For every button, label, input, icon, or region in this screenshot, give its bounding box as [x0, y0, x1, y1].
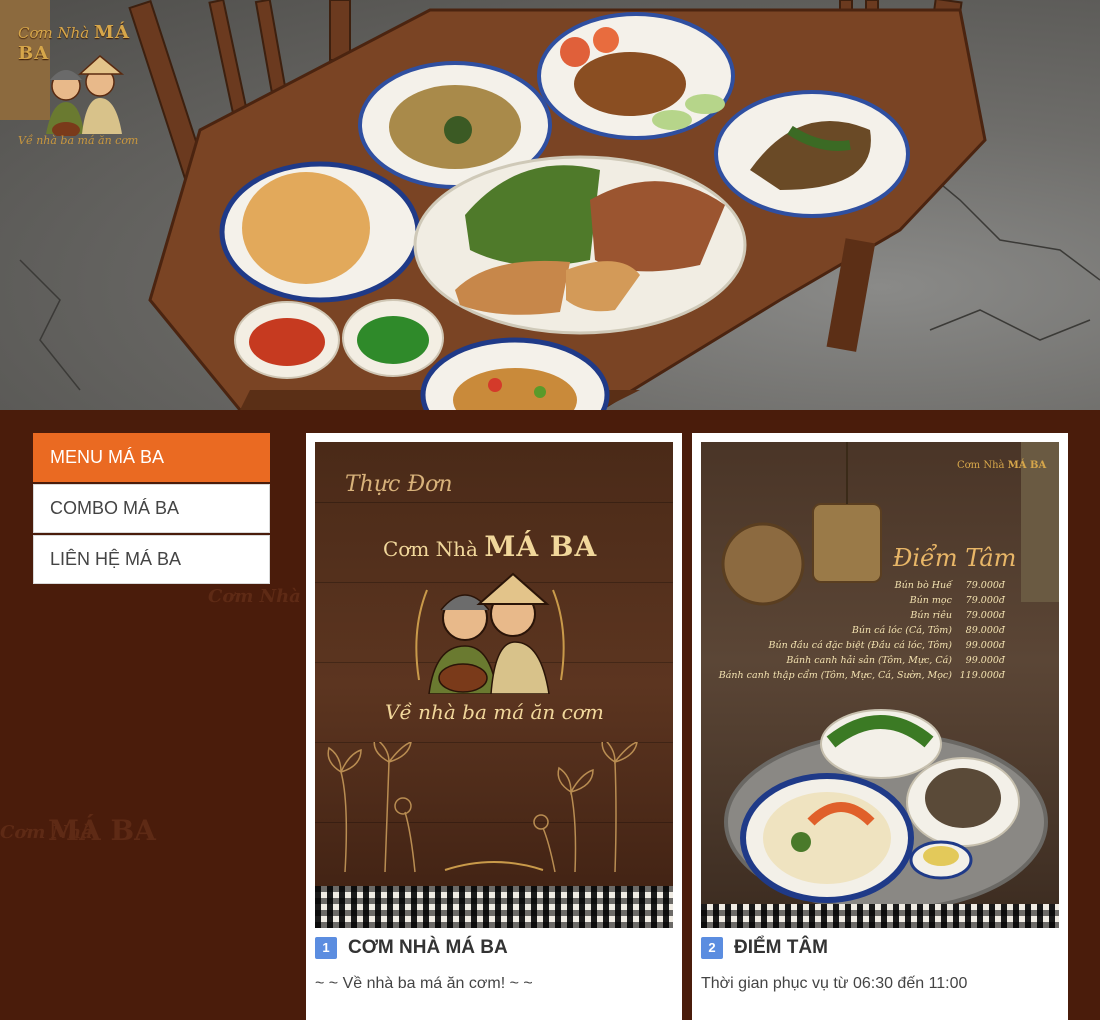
poster-heading: Điểm Tâm	[893, 544, 1017, 572]
grandparents-illustration	[415, 572, 565, 694]
card-number-badge: 1	[315, 937, 337, 959]
brand-logo[interactable]: Cơm Nhà MÁ BA Về nhà ba má ăn cơm	[14, 18, 164, 158]
price-list-item: Bún riêu 79.000đ	[910, 610, 1005, 621]
menu-item-combo-ma-ba[interactable]: COMBO MÁ BA	[33, 484, 270, 533]
grandparents-illustration	[46, 55, 125, 136]
card-title[interactable]: ĐIỂM TÂM	[734, 937, 828, 959]
poster-brand: Cơm Nhà MÁ BA	[383, 530, 598, 563]
card-description: ~ ~ Về nhà ba má ăn cơm! ~ ~	[315, 975, 533, 992]
price-list-item: Bánh canh thập cẩm (Tôm, Mực, Cá, Sườn, …	[718, 670, 1005, 681]
poster-heading: Thực Đơn	[345, 472, 453, 497]
gingham-border	[701, 904, 1059, 928]
gingham-border	[315, 886, 673, 928]
brand-slogan: Về nhà ba má ăn cơm	[18, 134, 139, 147]
watermark-text: Cơm Nhà	[208, 586, 301, 607]
poster-slogan: Về nhà ba má ăn cơm	[385, 700, 604, 724]
breakfast-food-photo	[721, 442, 1059, 912]
side-menu: MENU MÁ BA COMBO MÁ BA LIÊN HỆ MÁ BA	[33, 433, 270, 586]
price-list-item: Bánh canh hải sản (Tôm, Mực, Cá) 99.000đ	[786, 655, 1005, 666]
price-list-item: Bún cá lóc (Cá, Tôm) 89.000đ	[851, 625, 1005, 636]
menu-poster-image[interactable]: Thực Đơn Cơm Nhà MÁ BA Về nhà ba má ăn c…	[315, 442, 673, 928]
card-number-badge: 2	[701, 937, 723, 959]
menu-card-1[interactable]: Thực Đơn Cơm Nhà MÁ BA Về nhà ba má ăn c…	[306, 433, 682, 1020]
lotus-decoration	[327, 742, 638, 873]
watermark-text: MÁ BA	[48, 814, 156, 847]
menu-poster-image[interactable]: Cơm Nhà MÁ BA Điểm Tâm Bún bò Huế 79.000…	[701, 442, 1059, 928]
poster-price-list: Bún bò Huế 79.000đ Bún mọc 79.000đ Bún r…	[719, 578, 1005, 683]
price-list-item: Bún đầu cá đặc biệt (Đầu cá lóc, Tôm) 99…	[768, 640, 1005, 651]
hero-food-image	[0, 0, 1100, 410]
menu-item-menu-ma-ba[interactable]: MENU MÁ BA	[33, 433, 270, 482]
menu-card-2[interactable]: Cơm Nhà MÁ BA Điểm Tâm Bún bò Huế 79.000…	[692, 433, 1068, 1020]
poster-brand: Cơm Nhà MÁ BA	[957, 460, 1047, 471]
content-area: Cơm Nhà Cơm Nhà MÁ BA MENU MÁ BA COMBO M…	[0, 410, 1100, 1020]
price-list-item: Bún bò Huế 79.000đ	[894, 580, 1005, 591]
card-description: Thời gian phục vụ từ 06:30 đến 11:00	[701, 975, 968, 992]
card-title[interactable]: CƠM NHÀ MÁ BA	[348, 937, 508, 959]
hero-banner: Cơm Nhà MÁ BA Về nhà ba má ăn cơm	[0, 0, 1100, 410]
price-list-item: Bún mọc 79.000đ	[909, 595, 1005, 606]
menu-item-lien-he-ma-ba[interactable]: LIÊN HỆ MÁ BA	[33, 535, 270, 584]
